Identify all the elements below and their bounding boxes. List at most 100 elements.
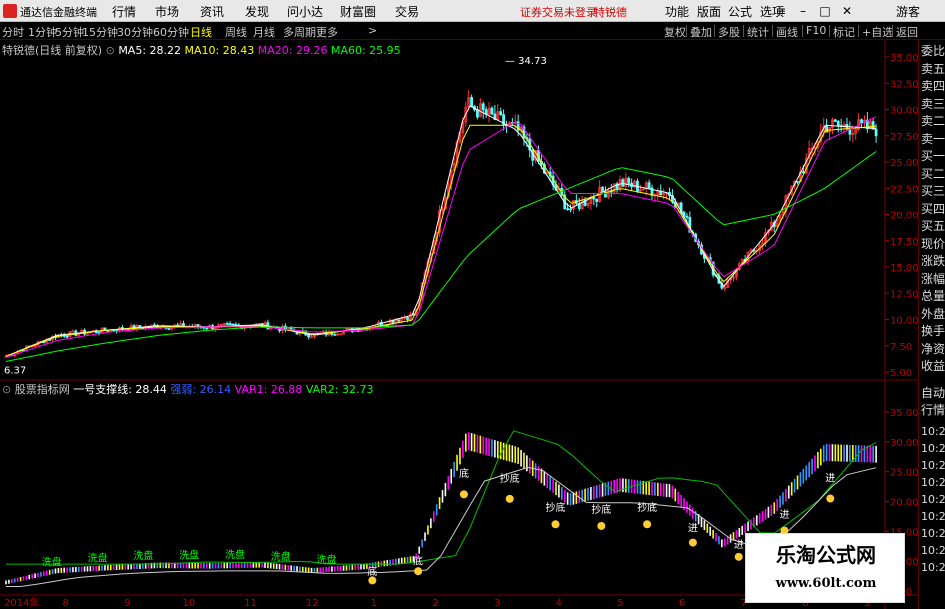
annotation-label: 进 bbox=[780, 509, 790, 521]
right-menu-2[interactable]: 公式 bbox=[728, 3, 752, 20]
settings-icon[interactable]: ⊙ bbox=[106, 44, 119, 57]
indicator-tick-label: 30.00 bbox=[890, 438, 918, 449]
tool-button[interactable]: 返回 bbox=[896, 24, 918, 40]
indicator-title: 股票指标网 bbox=[14, 383, 70, 396]
sidebar-item2[interactable]: 自动 bbox=[921, 384, 945, 401]
menu-1[interactable]: 市场 bbox=[155, 3, 179, 20]
money-bag-icon bbox=[551, 520, 560, 529]
annotation-label: 洗盘 bbox=[225, 548, 245, 561]
sidebar-item: 卖四 bbox=[921, 79, 945, 93]
indicator-legend: ⊙ 股票指标网 一号支撑线: 28.44 强弱: 26.14 VAR1: 26.… bbox=[2, 381, 374, 397]
tool-button[interactable]: 标记 bbox=[833, 24, 855, 40]
var2-label: VAR2: 32.73 bbox=[305, 383, 374, 396]
ma-line-ma10 bbox=[5, 124, 877, 357]
sidebar-time: 10:2 bbox=[921, 527, 945, 540]
tool-button[interactable]: 统计 bbox=[747, 24, 769, 40]
sidebar-item: 买五 bbox=[921, 219, 945, 233]
sidebar-item: 委比 bbox=[921, 44, 945, 58]
money-bag-icon bbox=[505, 494, 514, 503]
sidebar-item: 卖三 bbox=[921, 96, 945, 111]
tool-button[interactable]: +自选 bbox=[862, 24, 893, 40]
guest-label[interactable]: 游客 bbox=[896, 3, 920, 20]
timeframe-tab[interactable]: 1分钟 bbox=[28, 24, 57, 40]
price-tick-label: 7.50 bbox=[890, 342, 912, 353]
sidebar-item: 涨幅 bbox=[921, 271, 945, 286]
close-icon[interactable]: ✕ bbox=[838, 1, 856, 21]
candle-body bbox=[397, 319, 401, 322]
x-axis-label: 11 bbox=[244, 598, 257, 609]
x-axis-label: 2014年 bbox=[4, 596, 39, 609]
money-bag-icon bbox=[643, 520, 652, 529]
tool-button[interactable]: 多股 bbox=[718, 24, 740, 40]
stock-name-link[interactable]: 特锐德 bbox=[594, 4, 627, 20]
indicator-tick-label: 35.00 bbox=[890, 408, 918, 419]
x-axis-label: 9 bbox=[124, 598, 130, 609]
maximize-icon[interactable]: □ bbox=[816, 1, 834, 21]
right-menu-1[interactable]: 版面 bbox=[697, 3, 721, 20]
timeframe-tab[interactable]: 5分钟 bbox=[55, 24, 84, 40]
candle-body bbox=[592, 197, 596, 200]
minimize-icon[interactable]: – bbox=[794, 1, 812, 21]
login-notice[interactable]: 证券交易未登录 bbox=[520, 4, 597, 20]
tool-separator bbox=[802, 25, 803, 37]
sidebar-item2[interactable]: 行情 bbox=[921, 401, 945, 418]
timeframe-tab[interactable]: 月线 bbox=[253, 24, 275, 40]
site-watermark: 乐淘公式网 www.60lt.com bbox=[745, 533, 905, 603]
menu-0[interactable]: 行情 bbox=[112, 3, 136, 20]
candle-body bbox=[167, 327, 171, 330]
timeframe-tab[interactable]: 分时 bbox=[2, 24, 24, 40]
timeframe-tab[interactable]: 周线 bbox=[225, 24, 247, 40]
annotation-label: 洗盘 bbox=[42, 555, 62, 568]
tool-separator bbox=[858, 25, 859, 37]
more-arrow-icon[interactable]: > bbox=[368, 24, 377, 37]
timeframe-tab[interactable]: 更多 bbox=[316, 24, 338, 40]
timeframe-tab[interactable]: 60分钟 bbox=[153, 24, 189, 40]
x-axis-label: 8 bbox=[62, 598, 68, 609]
menu-3[interactable]: 发现 bbox=[245, 3, 269, 20]
tool-button[interactable]: 复权 bbox=[664, 24, 686, 40]
price-tick-label: 15.00 bbox=[890, 263, 918, 274]
candle-body bbox=[796, 180, 799, 183]
timeframe-tab[interactable]: 多周期 bbox=[283, 24, 316, 40]
tool-button[interactable]: F10 bbox=[806, 24, 826, 37]
indicator-tick-label: 20.00 bbox=[890, 498, 918, 509]
candle-body bbox=[569, 208, 572, 211]
money-bag-icon bbox=[734, 552, 743, 561]
price-tick-label: 25.00 bbox=[890, 158, 918, 169]
x-axis-label: 10 bbox=[183, 598, 196, 609]
candle-body bbox=[106, 330, 110, 333]
candle-body bbox=[307, 334, 311, 338]
candle-body bbox=[860, 119, 863, 124]
annotation-label: 洗盘 bbox=[88, 551, 108, 564]
candle-body bbox=[339, 333, 343, 336]
sidebar-item: 收益 bbox=[921, 359, 945, 373]
menu-2[interactable]: 资讯 bbox=[200, 3, 224, 20]
menu-icon[interactable]: ≡ bbox=[772, 1, 790, 21]
price-tick-label: 10.00 bbox=[890, 316, 918, 327]
app-window: 通达信金融终端 行情 市场 资讯 发现 问小达 财富圈 交易 证券交易未登录 特锐德 功能版… bbox=[0, 0, 945, 609]
menu-4[interactable]: 问小达 bbox=[287, 3, 323, 20]
menu-6[interactable]: 交易 bbox=[395, 3, 419, 20]
annotation-label: 底 bbox=[413, 554, 423, 567]
menu-5[interactable]: 财富圈 bbox=[340, 3, 376, 20]
sidebar-time: 10:2 bbox=[921, 544, 945, 557]
sidebar-time: 10:2 bbox=[921, 425, 945, 438]
sidebar-item: 买一 bbox=[921, 149, 945, 163]
candle-body bbox=[476, 109, 479, 118]
timeframe-tab[interactable]: 30分钟 bbox=[117, 24, 153, 40]
annotation-label: 进 bbox=[734, 539, 744, 551]
annotation-label: 抄底 bbox=[591, 503, 611, 516]
candle-body bbox=[481, 103, 485, 111]
timeframe-tab[interactable]: 日线 bbox=[190, 24, 212, 40]
price-title: 特锐德(日线 前复权) bbox=[2, 44, 103, 57]
min-price-label: 6.37 bbox=[4, 366, 26, 377]
price-tick-label: 17.50 bbox=[890, 237, 918, 248]
tool-button[interactable]: 画线 bbox=[776, 24, 798, 40]
watermark-url: www.60lt.com bbox=[775, 576, 877, 591]
settings-icon[interactable]: ⊙ bbox=[2, 383, 15, 396]
kline-chart-svg[interactable]: 35.0032.5030.0027.5025.0022.5020.0017.50… bbox=[0, 40, 919, 609]
right-menu-0[interactable]: 功能 bbox=[665, 3, 689, 20]
var1-label: VAR1: 26.88 bbox=[234, 383, 303, 396]
timeframe-tab[interactable]: 15分钟 bbox=[82, 24, 118, 40]
tool-button[interactable]: 叠加 bbox=[690, 24, 712, 40]
